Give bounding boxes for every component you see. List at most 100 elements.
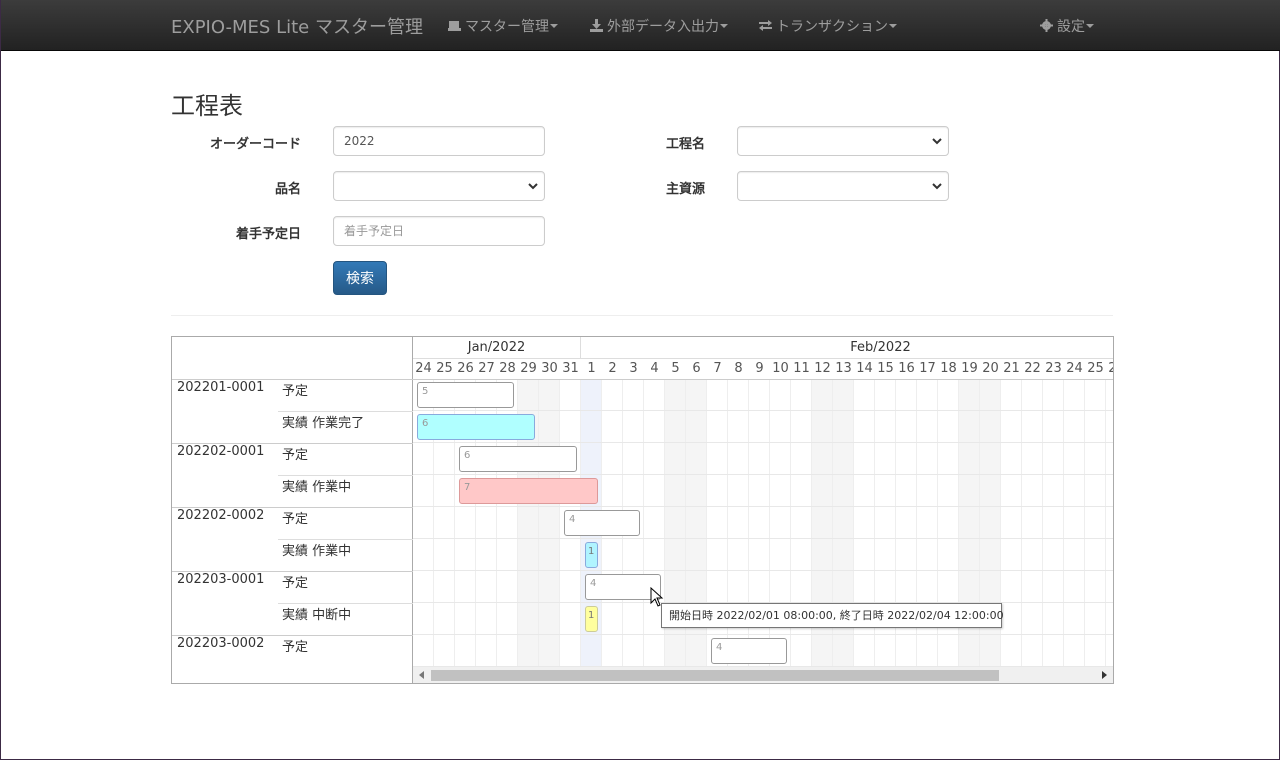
chevron-down-icon — [932, 183, 942, 190]
day-label: 26 — [457, 361, 474, 376]
day-label: 24 — [1066, 361, 1083, 376]
transfer-icon — [759, 20, 772, 31]
chevron-down-icon — [1086, 24, 1094, 28]
day-column — [1106, 379, 1113, 667]
gantt-timeline: Jan/2022 Feb/2022 24 25 26 27 28 29 30 31 1 2 3 4 5 6 7 8… — [413, 337, 1113, 683]
row-divider — [413, 570, 1113, 571]
gantt-bar-plan[interactable]: 4 — [564, 510, 640, 536]
navbar-brand[interactable]: EXPIO-MES Lite マスター管理 — [171, 13, 423, 39]
day-label: 24 — [415, 361, 432, 376]
start-date-input[interactable] — [333, 216, 545, 246]
day-label: 10 — [772, 361, 789, 376]
chevron-down-icon — [550, 24, 558, 28]
process-name-label: 工程名 — [665, 137, 705, 152]
horizontal-scrollbar[interactable] — [413, 667, 1113, 683]
row-type-label: 実績 作業完了 — [282, 416, 365, 431]
day-label: 3 — [629, 361, 638, 376]
day-label: 15 — [877, 361, 894, 376]
day-label: 22 — [1024, 361, 1041, 376]
day-label: 8 — [734, 361, 743, 376]
row-type-label: 実績 作業中 — [282, 544, 352, 559]
row-divider — [413, 474, 1113, 475]
row-type-label: 予定 — [282, 512, 309, 527]
day-label: 25 — [1087, 361, 1104, 376]
start-date-label: 着手予定日 — [235, 227, 301, 242]
day-label: 6 — [692, 361, 701, 376]
month-header: Jan/2022 — [413, 337, 581, 358]
download-icon — [590, 19, 603, 32]
bar-tooltip: 開始日時 2022/02/01 08:00:00, 終了日時 2022/02/0… — [661, 603, 1004, 628]
main-resource-select[interactable] — [737, 171, 949, 201]
gantt-bar-wip[interactable]: 7 — [459, 478, 598, 504]
day-column — [1022, 379, 1043, 667]
scroll-right-icon[interactable] — [1102, 671, 1107, 679]
day-label: 28 — [499, 361, 516, 376]
order-code-label: オーダーコード — [209, 137, 301, 152]
gantt-bar-plan[interactable]: 4 — [711, 638, 787, 664]
row-divider — [413, 538, 1113, 539]
scroll-left-icon[interactable] — [419, 671, 424, 679]
gantt-bar-done[interactable]: 6 — [417, 414, 535, 440]
day-label: 27 — [478, 361, 495, 376]
order-code-cell: 202202-0001 — [177, 444, 265, 459]
day-label: 18 — [940, 361, 957, 376]
gantt-bar-plan[interactable]: 5 — [417, 382, 514, 408]
gantt-chart: 202201-0001 予定 実績 作業完了 202202-0001 予定 実績 作業中 2… — [171, 336, 1114, 684]
process-name-select[interactable] — [737, 126, 949, 156]
day-label: 9 — [755, 361, 764, 376]
header-divider — [413, 379, 1113, 380]
search-button[interactable]: 検索 — [333, 261, 387, 295]
gantt-bar-suspended[interactable]: 1 — [585, 606, 598, 632]
row-divider — [278, 475, 413, 476]
nav-settings[interactable]: 設定 — [1040, 16, 1094, 36]
gantt-row-headers: 202201-0001 予定 実績 作業完了 202202-0001 予定 実績 作業中 2… — [172, 337, 413, 683]
row-divider — [413, 442, 1113, 443]
nav-external-data-label: 外部データ入出力 — [607, 19, 719, 35]
item-name-select[interactable] — [333, 171, 545, 201]
top-navbar: EXPIO-MES Lite マスター管理 マスター管理 外部データ入出力 トラ… — [1, 0, 1280, 51]
day-label: 31 — [562, 361, 579, 376]
day-label: 19 — [961, 361, 978, 376]
order-code-cell: 202201-0001 — [177, 380, 265, 395]
day-label: 30 — [541, 361, 558, 376]
chevron-down-icon — [720, 24, 728, 28]
day-column — [539, 379, 560, 667]
day-label: 17 — [919, 361, 936, 376]
day-label: 20 — [982, 361, 999, 376]
main-resource-label: 主資源 — [665, 182, 705, 197]
gantt-bar-wip-short[interactable]: 1 — [585, 542, 598, 568]
gear-icon — [1040, 19, 1053, 32]
day-label: 7 — [713, 361, 722, 376]
day-label: 14 — [856, 361, 873, 376]
day-column — [1064, 379, 1085, 667]
scrollbar-thumb[interactable] — [431, 670, 999, 681]
nav-external-data[interactable]: 外部データ入出力 — [590, 16, 728, 36]
day-label: 1 — [587, 361, 596, 376]
divider — [171, 315, 1113, 316]
chevron-down-icon — [889, 24, 897, 28]
day-label: 21 — [1003, 361, 1020, 376]
day-label: 11 — [793, 361, 810, 376]
day-column — [1085, 379, 1106, 667]
nav-transaction[interactable]: トランザクション — [759, 16, 897, 36]
day-label: 16 — [898, 361, 915, 376]
day-column — [1001, 379, 1022, 667]
row-type-label: 予定 — [282, 576, 309, 591]
row-type-label: 予定 — [282, 640, 309, 655]
day-label: 4 — [650, 361, 659, 376]
nav-master-management[interactable]: マスター管理 — [448, 16, 558, 36]
day-label: 23 — [1045, 361, 1062, 376]
day-label: 26 — [1106, 358, 1113, 379]
order-code-input[interactable] — [333, 126, 545, 156]
row-divider — [413, 410, 1113, 411]
row-divider — [413, 506, 1113, 507]
gantt-bar-plan[interactable]: 6 — [459, 446, 577, 472]
day-label: 2 — [608, 361, 617, 376]
day-label: 29 — [520, 361, 537, 376]
day-label: 5 — [671, 361, 680, 376]
day-label: 25 — [436, 361, 453, 376]
day-label: 12 — [814, 361, 831, 376]
row-divider — [278, 411, 413, 412]
row-divider — [413, 634, 1113, 635]
mouse-cursor-icon — [650, 587, 664, 607]
